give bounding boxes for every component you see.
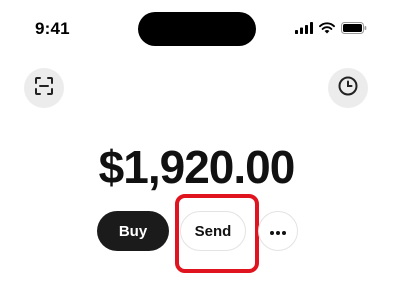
screen: 9:41 $1,920.00 Buy Send: [0, 0, 393, 291]
buy-button[interactable]: Buy: [97, 211, 169, 251]
more-icon: [269, 222, 287, 240]
history-clock-icon: [337, 75, 359, 102]
scan-icon: [34, 76, 54, 101]
cellular-signal-icon: [295, 22, 313, 34]
send-highlight-box: [175, 194, 259, 273]
balance-amount: $1,920.00: [98, 141, 296, 193]
scan-button[interactable]: [24, 68, 64, 108]
status-icons: [295, 22, 367, 34]
more-options-button[interactable]: [258, 211, 298, 251]
wifi-icon: [319, 22, 335, 34]
battery-icon: [341, 22, 367, 34]
status-time: 9:41: [35, 19, 70, 38]
dynamic-island: [138, 12, 256, 46]
history-button[interactable]: [328, 68, 368, 108]
